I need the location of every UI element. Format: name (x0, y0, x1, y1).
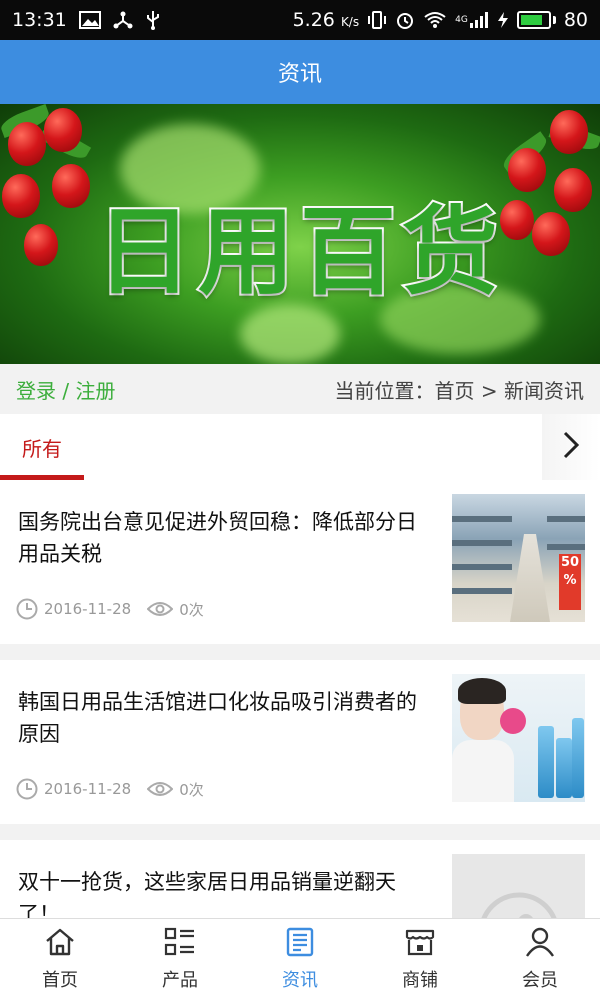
news-views: 0次 (179, 600, 204, 619)
wifi-icon (423, 11, 447, 29)
news-meta: 2016-11-28 0次 (16, 598, 204, 620)
banner-image[interactable]: 日用百货 (0, 104, 600, 364)
user-icon (525, 927, 555, 962)
charging-icon (497, 11, 509, 29)
news-thumbnail[interactable]: 50% (452, 494, 585, 622)
nav-home[interactable]: 首页 (0, 919, 120, 1000)
eye-icon (147, 600, 174, 618)
news-thumbnail[interactable] (452, 674, 585, 802)
news-meta: 2016-11-28 0次 (16, 778, 204, 800)
nav-member[interactable]: 会员 (480, 919, 600, 1000)
news-item[interactable]: 韩国日用品生活馆进口化妆品吸引消费者的原因 2016-11-28 0次 (0, 660, 600, 824)
list-icon (164, 927, 196, 962)
nav-products[interactable]: 产品 (120, 919, 240, 1000)
battery-icon (516, 11, 556, 29)
nav-stores[interactable]: 商铺 (360, 919, 480, 1000)
vibrate-icon (367, 11, 387, 29)
eye-icon (147, 780, 174, 798)
news-item[interactable]: 国务院出台意见促进外贸回稳：降低部分日用品关税 2016-11-28 0次 50… (0, 480, 600, 644)
nav-label: 资讯 (282, 970, 318, 991)
nav-label: 产品 (162, 970, 198, 991)
usb-icon (145, 10, 161, 30)
share-icon (113, 11, 133, 29)
bottom-navigation: 首页 产品 资讯 商铺 会员 (0, 918, 600, 1000)
status-bar: 13:31 5.26 K/s 4G 80 (0, 0, 600, 40)
clock-icon (16, 598, 38, 620)
nav-news[interactable]: 资讯 (240, 919, 360, 1000)
chevron-right-icon (561, 430, 581, 464)
news-views: 0次 (179, 780, 204, 799)
nav-label: 商铺 (402, 970, 438, 991)
breadcrumb: 登录 / 注册 当前位置：首页 > 新闻资讯 (0, 364, 600, 414)
banner-title: 日用百货 (94, 194, 504, 310)
nav-label: 首页 (42, 970, 78, 991)
tabs-next-button[interactable] (542, 414, 600, 480)
home-icon (44, 927, 76, 962)
news-icon (285, 927, 315, 962)
category-tabs: 所有 (0, 414, 600, 480)
nav-label: 会员 (522, 970, 558, 991)
current-location: 当前位置：首页 > 新闻资讯 (334, 378, 584, 403)
news-title: 韩国日用品生活馆进口化妆品吸引消费者的原因 (18, 690, 417, 746)
page-title: 资讯 (277, 62, 322, 87)
news-title: 国务院出台意见促进外贸回稳：降低部分日用品关税 (18, 510, 417, 566)
signal-icon: 4G (455, 11, 489, 29)
clock-icon (16, 778, 38, 800)
page-title-bar: 资讯 (0, 40, 600, 104)
news-date: 2016-11-28 (44, 780, 132, 798)
status-time: 13:31 (12, 9, 67, 31)
gallery-icon (78, 11, 101, 29)
store-icon (404, 927, 436, 962)
battery-percent: 80 (563, 9, 588, 31)
tab-all[interactable]: 所有 (0, 414, 84, 480)
news-date: 2016-11-28 (44, 600, 132, 618)
alarm-icon (395, 10, 415, 30)
login-register-link[interactable]: 登录 / 注册 (16, 375, 115, 404)
network-speed: 5.26 K/s (292, 9, 360, 31)
